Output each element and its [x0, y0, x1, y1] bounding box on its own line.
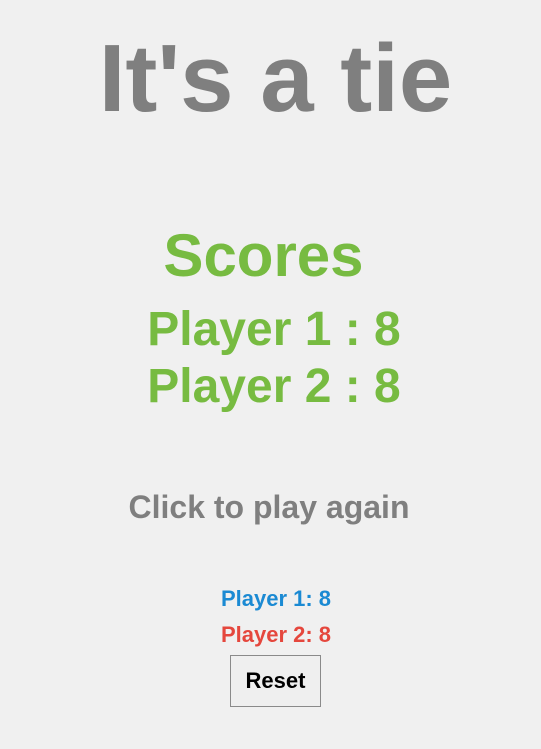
game-over-screen[interactable]: It's a tie Scores Player 1 : 8 Player 2 … [0, 0, 541, 749]
player1-score-line: Player 1 : 8 [147, 303, 401, 356]
scoreboard-player2: Player 2: 8 [220, 622, 332, 647]
reset-button[interactable]: Reset [230, 655, 321, 707]
scoreboard-player1: Player 1: 8 [220, 586, 332, 611]
result-title: It's a tie [98, 25, 453, 132]
player2-score-line: Player 2 : 8 [147, 360, 401, 413]
scores-heading: Scores [163, 222, 364, 289]
play-again-prompt[interactable]: Click to play again [0, 488, 538, 526]
